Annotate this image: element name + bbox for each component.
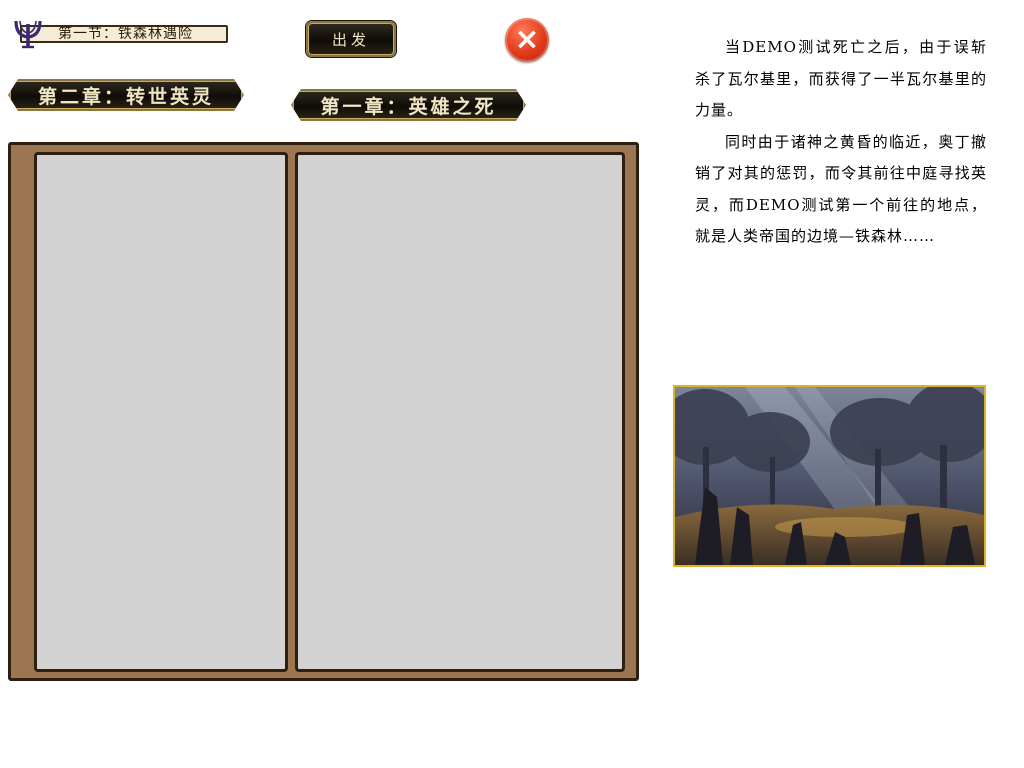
tab-chapter-2[interactable]: 第二章：转世英灵 [8, 79, 244, 111]
section-tag: 第一节：铁森林遇险 [8, 18, 228, 50]
section-title: 第一节：铁森林遇险 [20, 25, 228, 43]
book-page-right[interactable] [295, 152, 625, 672]
depart-button[interactable]: 出发 [306, 21, 396, 57]
emblem-icon [10, 18, 46, 50]
depart-button-label: 出发 [331, 30, 370, 49]
book-page-left[interactable] [34, 152, 288, 672]
tab-chapter-1[interactable]: 第一章：英雄之死 [291, 89, 526, 121]
story-text: 当DEMO测试死亡之后，由于误斩杀了瓦尔基里，而获得了一半瓦尔基里的力量。 同时… [695, 32, 987, 253]
story-paragraph-2: 同时由于诸神之黄昏的临近，奥丁撤销了对其的惩罚，而令其前往中庭寻找英灵，而DEM… [695, 132, 987, 246]
close-button[interactable]: × [505, 18, 549, 62]
tab-chapter-2-label: 第二章：转世英灵 [37, 85, 214, 108]
forest-image [673, 385, 986, 567]
story-paragraph-1: 当DEMO测试死亡之后，由于误斩杀了瓦尔基里，而获得了一半瓦尔基里的力量。 [695, 38, 987, 119]
tab-chapter-1-label: 第一章：英雄之死 [320, 95, 497, 118]
close-icon: × [514, 22, 540, 57]
book-panel [8, 142, 639, 681]
